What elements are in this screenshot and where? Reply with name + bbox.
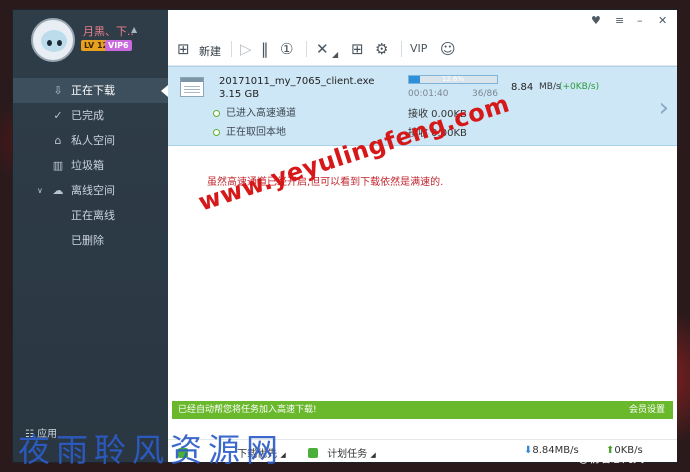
toolbar: ⊞ 新建 ▷ ‖ ① ✕ ◢ ⊞ ⚙ VIP ☺ <box>168 32 677 66</box>
sidebar-item-label: 垃圾箱 <box>71 159 104 172</box>
grid-view-icon[interactable]: ⊞ <box>351 40 364 58</box>
notice-text: 已经自动帮您将任务加入高速下载! <box>178 405 317 415</box>
sidebar-item-label: 正在下载 <box>71 84 115 97</box>
sidebar-item-completed[interactable]: ✓ 已完成 <box>13 103 168 128</box>
close-button[interactable]: ✕ <box>658 14 667 27</box>
sidebar-item-trash[interactable]: ▥ 垃圾箱 <box>13 153 168 178</box>
title-bar: ♥ ≡ – ✕ <box>168 10 677 32</box>
user-menu-caret-icon[interactable]: ▲ <box>131 25 137 34</box>
status-dot-icon <box>213 110 220 117</box>
task-status-retrieving: 正在取回本地 <box>213 123 286 138</box>
weibo-credit: @初若恕几天 <box>578 452 644 465</box>
avatar-eye <box>47 40 52 46</box>
task-speed-unit: MB/s <box>539 82 561 92</box>
delete-dropdown-icon[interactable]: ◢ <box>332 46 338 64</box>
lock-icon: ⌂ <box>54 134 62 147</box>
toolbar-divider <box>231 41 232 57</box>
menu-icon[interactable]: ≡ <box>615 14 624 27</box>
exe-file-icon <box>180 77 204 97</box>
sidebar-item-offline-space[interactable]: ∨ ☁ 离线空间 <box>13 178 168 203</box>
trash-icon: ▥ <box>52 159 64 172</box>
bottom-watermark: 夜雨聆风资源网 <box>18 431 285 469</box>
sidebar-item-label: 离线空间 <box>71 184 115 197</box>
check-circle-icon: ✓ <box>53 109 63 122</box>
scheduled-tasks-toggle[interactable]: 计划任务 ◢ <box>308 445 376 460</box>
toolbar-divider <box>306 41 307 57</box>
user-name[interactable]: 月黑、下.. <box>83 23 134 39</box>
sidebar-item-label: 已完成 <box>71 109 104 122</box>
sidebar-item-private-space[interactable]: ⌂ 私人空间 <box>13 128 168 153</box>
settings-icon[interactable]: ⚙ <box>375 40 388 58</box>
sidebar: 月黑、下.. ▲ LV 12 VIP6 ⇩ 正在下载 ✓ 已完成 ⌂ 私人空间 … <box>13 10 168 462</box>
status-dot-icon <box>213 129 220 136</box>
thunder-window: 月黑、下.. ▲ LV 12 VIP6 ⇩ 正在下载 ✓ 已完成 ⌂ 私人空间 … <box>12 9 677 463</box>
task-filename: 20171011_my_7065_client.exe <box>219 76 375 87</box>
delete-icon[interactable]: ✕ <box>316 40 329 58</box>
sidebar-item-downloading[interactable]: ⇩ 正在下载 <box>13 78 168 103</box>
vip-icon[interactable]: VIP <box>410 40 427 58</box>
progress-percent: 12.6% <box>441 75 465 83</box>
task-status-highspeed: 已进入高速通道 <box>213 104 296 119</box>
download-icon: ⇩ <box>53 84 63 97</box>
start-icon[interactable]: ▷ <box>240 40 252 58</box>
sidebar-nav: ⇩ 正在下载 ✓ 已完成 ⌂ 私人空间 ▥ 垃圾箱 ∨ ☁ 离线空间 正在离线 <box>13 78 168 253</box>
chevron-down-icon[interactable]: ∨ <box>37 178 43 203</box>
sidebar-item-label: 私人空间 <box>71 134 115 147</box>
skin-icon[interactable]: ♥ <box>591 14 601 27</box>
task-size: 3.15 GB <box>219 89 260 100</box>
new-task-button[interactable]: 新建 <box>199 43 221 59</box>
task-speed: 8.84 <box>511 82 534 93</box>
task-progress-bar: 12.6% <box>408 75 498 84</box>
main-panel: ♥ ≡ – ✕ ⊞ 新建 ▷ ‖ ① ✕ ◢ ⊞ ⚙ VIP ☺ 2017101… <box>168 10 677 462</box>
vip-badge: VIP6 <box>105 40 132 51</box>
avatar-eye <box>57 40 62 46</box>
single-task-icon[interactable]: ① <box>280 40 293 58</box>
download-speed: ⬇8.84MB/s <box>524 445 579 456</box>
sidebar-item-label: 已删除 <box>71 234 104 247</box>
checkbox-icon <box>308 448 318 458</box>
task-detail-arrow-icon[interactable]: › <box>659 93 669 123</box>
notice-bar: 已经自动帮您将任务加入高速下载! 会员设置 <box>172 401 673 419</box>
pause-icon[interactable]: ‖ <box>261 40 269 58</box>
task-elapsed: 00:01:40 <box>408 89 449 99</box>
toolbar-divider <box>401 41 402 57</box>
cloud-icon: ☁ <box>52 184 64 197</box>
avatar-face <box>41 30 67 52</box>
avatar[interactable] <box>31 18 75 62</box>
sidebar-item-deleted[interactable]: 已删除 <box>13 228 168 253</box>
mascot-icon[interactable]: ☺ <box>440 40 456 58</box>
sidebar-item-offline-running[interactable]: 正在离线 <box>13 203 168 228</box>
new-task-icon[interactable]: ⊞ <box>177 40 190 58</box>
sidebar-item-label: 正在离线 <box>71 209 115 222</box>
member-settings-link[interactable]: 会员设置 <box>629 401 665 419</box>
task-speed-extra: (+0KB/s) <box>559 82 600 92</box>
minimize-button[interactable]: – <box>637 14 643 27</box>
